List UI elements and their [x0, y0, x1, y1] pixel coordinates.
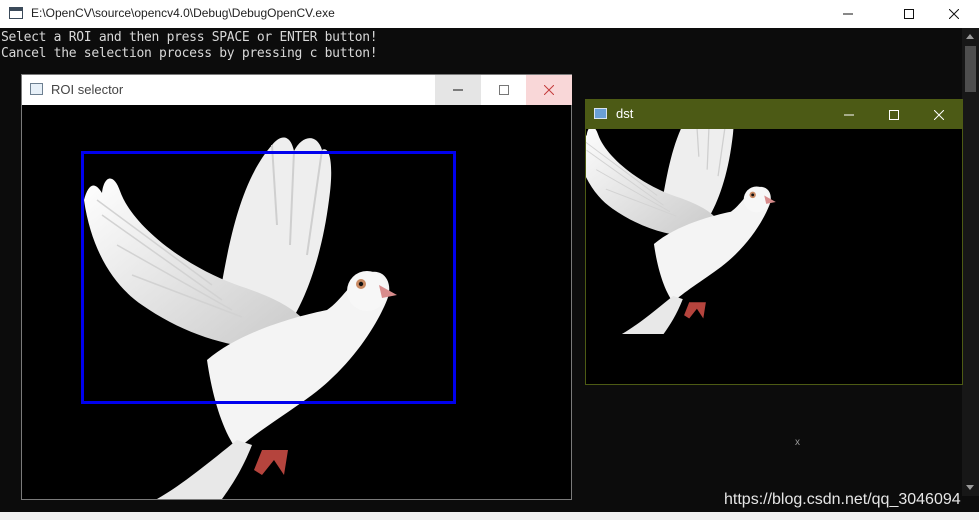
dst-window[interactable]: dst [585, 99, 963, 385]
console-titlebar: E:\OpenCV\source\opencv4.0\Debug\DebugOp… [0, 0, 979, 28]
console-scrollbar[interactable] [962, 28, 979, 496]
minimize-icon [843, 13, 853, 15]
roi-maximize-button[interactable] [481, 75, 527, 105]
dst-window-title: dst [616, 106, 634, 121]
window-app-icon [30, 83, 43, 95]
console-line: Select a ROI and then press SPACE or ENT… [1, 30, 378, 45]
roi-close-button[interactable] [526, 75, 572, 105]
scroll-thumb[interactable] [965, 46, 976, 92]
dst-maximize-button[interactable] [871, 100, 916, 129]
roi-window-title: ROI selector [51, 82, 124, 97]
roi-minimize-button[interactable] [435, 75, 481, 105]
maximize-icon [904, 9, 914, 19]
console-stray-char: x [795, 437, 800, 448]
csdn-watermark: https://blog.csdn.net/qq_3046094 [724, 491, 961, 508]
console-line: Cancel the selection process by pressing… [1, 46, 378, 61]
dst-titlebar[interactable]: dst [586, 100, 962, 129]
maximize-icon [499, 85, 509, 95]
dst-image-canvas [586, 129, 962, 384]
console-window-title: E:\OpenCV\source\opencv4.0\Debug\DebugOp… [31, 6, 335, 20]
scroll-up-arrow-icon[interactable] [966, 34, 974, 39]
console-maximize-button[interactable] [886, 0, 932, 28]
maximize-icon [888, 109, 899, 120]
bottom-edge [0, 512, 979, 520]
roi-selection-rectangle[interactable] [81, 151, 456, 404]
window-app-icon [594, 108, 607, 119]
close-icon [949, 9, 959, 19]
close-icon [544, 85, 554, 95]
scroll-down-arrow-icon[interactable] [966, 485, 974, 490]
roi-image-canvas[interactable] [22, 105, 571, 499]
console-app-icon [9, 7, 23, 19]
console-output: Select a ROI and then press SPACE or ENT… [1, 30, 378, 62]
dove-image-cropped [586, 129, 962, 384]
roi-titlebar[interactable]: ROI selector [22, 75, 572, 105]
minimize-icon [453, 89, 463, 91]
dst-close-button[interactable] [916, 100, 961, 129]
console-minimize-button[interactable] [825, 0, 871, 28]
dst-minimize-button[interactable] [826, 100, 871, 129]
close-icon [933, 109, 944, 120]
console-close-button[interactable] [931, 0, 977, 28]
minimize-icon [843, 114, 854, 115]
roi-selector-window[interactable]: ROI selector [21, 74, 572, 500]
